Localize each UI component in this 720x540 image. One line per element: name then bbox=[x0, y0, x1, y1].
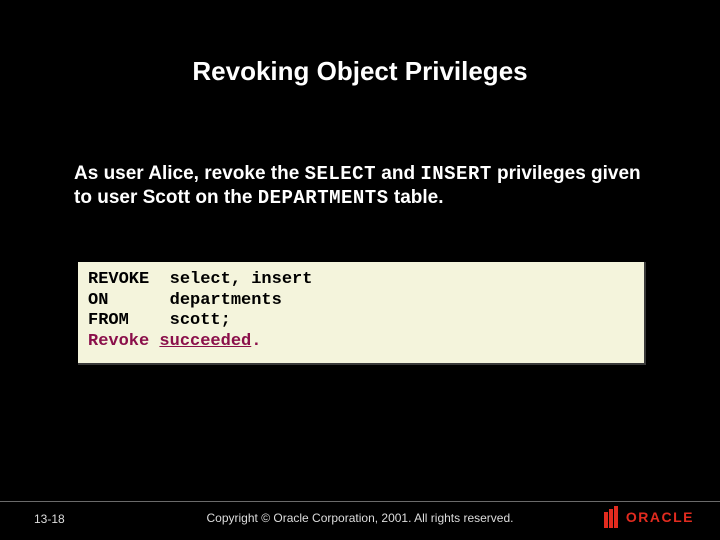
sql-text: . bbox=[251, 332, 261, 351]
sql-text: departments bbox=[108, 291, 281, 310]
sql-text: scott; bbox=[129, 311, 231, 330]
keyword-insert: INSERT bbox=[420, 163, 491, 185]
slide-title: Revoking Object Privileges bbox=[0, 56, 720, 87]
sql-text bbox=[149, 332, 159, 351]
para-text: As user Alice, revoke the bbox=[74, 163, 305, 184]
keyword-select: SELECT bbox=[305, 163, 376, 185]
oracle-logo: ORACLE bbox=[604, 506, 694, 528]
para-text: and bbox=[376, 163, 420, 184]
keyword-departments: DEPARTMENTS bbox=[258, 187, 389, 209]
oracle-logo-text: ORACLE bbox=[626, 509, 694, 525]
sql-result-line: Revoke succeeded. bbox=[88, 332, 261, 351]
slide: Revoking Object Privileges As user Alice… bbox=[0, 0, 720, 540]
sql-keyword-on: ON bbox=[88, 291, 108, 310]
slide-body: As user Alice, revoke the SELECT and INS… bbox=[74, 162, 649, 211]
footer-divider bbox=[0, 501, 720, 502]
sql-result-succeeded: succeeded bbox=[159, 332, 251, 351]
oracle-logo-icon bbox=[604, 506, 622, 528]
sql-result-revoke: Revoke bbox=[88, 332, 149, 351]
sql-code-block: REVOKE select, insert ON departments FRO… bbox=[78, 262, 646, 365]
para-text: table. bbox=[389, 187, 444, 208]
sql-keyword-revoke: REVOKE bbox=[88, 270, 149, 289]
body-paragraph: As user Alice, revoke the SELECT and INS… bbox=[74, 162, 649, 211]
sql-text: select, insert bbox=[149, 270, 312, 289]
sql-keyword-from: FROM bbox=[88, 311, 129, 330]
